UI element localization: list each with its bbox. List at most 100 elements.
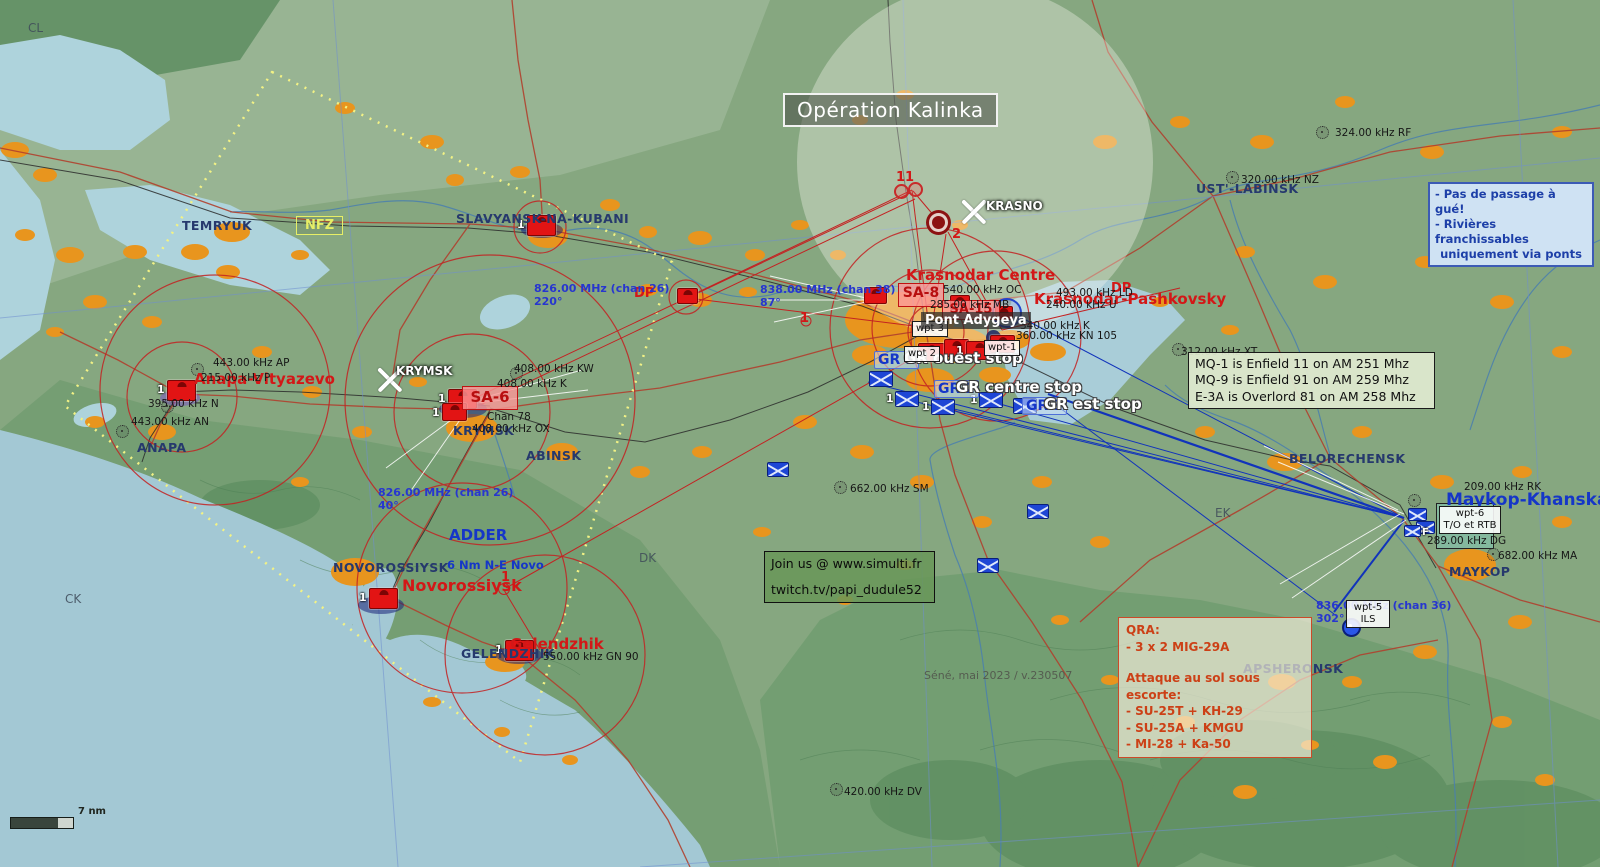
qra-line-1: QRA: xyxy=(1126,623,1160,637)
friendly-unit-maykop-1[interactable] xyxy=(1408,508,1427,521)
freq-label: 324.00 kHz RF xyxy=(1335,127,1412,139)
community-line-1: Join us @ www.simulti.fr xyxy=(771,556,922,571)
waypoint-label-krasno: KRASNO xyxy=(986,199,1043,213)
scale-bar xyxy=(10,817,74,829)
drone-line-1: MQ-1 is Enfield 11 on AM 251 Mhz xyxy=(1195,356,1409,371)
community-line-2: twitch.tv/papi_dudule52 xyxy=(771,582,922,597)
route-number-1b: 1 xyxy=(501,570,511,585)
qra-box[interactable]: QRA: - 3 x 2 MIG-29A Attaque au sol sous… xyxy=(1118,617,1312,758)
qra-line-4: - SU-25T + KH-29 xyxy=(1126,704,1243,719)
waypoint-label-krymsk: KRYMSK xyxy=(396,364,453,378)
hostile-unit-route[interactable] xyxy=(677,288,698,304)
freq-label: 215.00 kHz P xyxy=(201,372,271,384)
ndb-icon xyxy=(116,425,129,438)
friendly-unit-gr-1b[interactable] xyxy=(895,391,919,407)
ndb-icon xyxy=(834,481,847,494)
city-label-maykop: MAYKOP xyxy=(1449,564,1511,579)
wpt-box-5[interactable]: wpt-5 ILS xyxy=(1346,600,1390,628)
freq-label: 289.00 kHz DG xyxy=(1427,535,1507,547)
waypoint-x-krasno[interactable] xyxy=(960,198,988,226)
wpt-note: T/O et RTB xyxy=(1443,520,1497,531)
ndb-icon xyxy=(830,783,843,796)
order-gr-est-stop: GR est stop xyxy=(1044,395,1142,413)
route-hub-node-1[interactable] xyxy=(894,184,909,199)
friendly-unit-gr-2[interactable] xyxy=(931,399,955,415)
friendly-unit-gr-1a[interactable] xyxy=(869,371,893,387)
wpt-box-6[interactable]: wpt-6 T/O et RTB xyxy=(1439,506,1501,534)
fording-line-3: uniquement via ponts xyxy=(1440,246,1582,261)
city-label-temryuk: TEMRYUK xyxy=(182,218,253,233)
fording-line-1: - Pas de passage à gué! xyxy=(1435,187,1556,216)
wpt-box-2[interactable]: wpt 2 xyxy=(904,346,940,362)
unit-count: 1 xyxy=(359,591,367,604)
note-6nm-novo: 6 Nm N-E Novo xyxy=(447,558,544,572)
mission-map[interactable]: 1 1 1 1 1 1 1 1 1 1 1 F CL CK DK EK TEMR… xyxy=(0,0,1600,867)
route-number-11: 11 xyxy=(896,170,915,185)
freq-label: 285.00 kHz MB xyxy=(930,299,1010,311)
freq-label: 420.00 kHz DV xyxy=(844,786,922,798)
nav-channel-26a: 826.00 MHz (chan 26) 220° xyxy=(534,282,669,308)
freq-label: 209.00 kHz RK xyxy=(1464,481,1542,493)
city-label-abinsk: ABINSK xyxy=(526,448,582,463)
freq-label: 408.00 kHz K xyxy=(497,378,567,390)
freq-label: 443.00 kHz AN xyxy=(131,416,209,428)
nav-freq: 826.00 MHz (chan 26) xyxy=(534,282,670,295)
drone-line-2: MQ-9 is Enfield 91 on AM 259 Mhz xyxy=(1195,372,1409,388)
hostile-unit-novorossiysk[interactable] xyxy=(369,588,398,609)
freq-label: 493.00 kHz LD xyxy=(1056,287,1133,299)
route-number-2: 2 xyxy=(952,227,962,242)
city-label-belorechensk: BELORECHENSK xyxy=(1289,451,1406,466)
nav-bearing: 87° xyxy=(760,296,781,310)
unit-count: 1 xyxy=(432,406,440,419)
friendly-unit-maykop-3[interactable] xyxy=(1404,525,1421,537)
city-label-novorossiysk: NOVOROSSIYSK xyxy=(333,560,449,575)
map-credit: Séné, mai 2023 / v.230507 xyxy=(924,669,1073,682)
nav-freq: 826.00 MHz (chan 26) xyxy=(378,486,514,499)
nav-channel-38: 838.00 MHz (chan 38) 87° xyxy=(760,283,895,309)
poi-krasnodar-centre: Krasnodar Centre xyxy=(906,266,1056,284)
drone-freq-box[interactable]: MQ-1 is Enfield 11 on AM 251 Mhz MQ-9 is… xyxy=(1188,352,1435,409)
city-label-anapa: ANAPA xyxy=(137,440,187,455)
nav-bearing: 40° xyxy=(378,499,399,513)
ndb-icon xyxy=(1408,494,1421,507)
unit-count: 1 xyxy=(438,392,446,405)
qra-line-5: - SU-25A + KMGU xyxy=(1126,720,1244,735)
target-bullseye[interactable] xyxy=(932,216,945,229)
qra-line-3: Attaque au sol sous escorte: xyxy=(1126,671,1260,702)
ndb-icon xyxy=(1316,126,1329,139)
nfz-label[interactable]: NFZ xyxy=(296,216,344,235)
drone-line-3: E-3A is Overlord 81 on AM 258 Mhz xyxy=(1195,388,1416,404)
friendly-unit-west[interactable] xyxy=(767,462,789,477)
nav-bearing: 220° xyxy=(534,295,563,309)
poi-adder: ADDER xyxy=(449,526,508,544)
nav-freq: 838.00 MHz (chan 38) xyxy=(760,283,896,296)
friendly-unit-south[interactable] xyxy=(977,558,999,573)
freq-label: 408.00 kHz OX xyxy=(472,423,550,435)
freq-label: 320.00 kHz NZ xyxy=(1241,174,1319,186)
order-gr-centre-stop: GR centre stop xyxy=(956,378,1082,396)
qra-line-6: - MI-28 + Ka-50 xyxy=(1126,737,1231,752)
scale-label: 7 nm xyxy=(78,806,106,817)
sheet-label: DK xyxy=(639,551,657,565)
freq-label: 443.00 kHz AP xyxy=(213,357,290,369)
qra-line-2: - 3 x 2 MIG-29A xyxy=(1126,639,1230,654)
community-box[interactable]: Join us @ www.simulti.fr twitch.tv/papi_… xyxy=(764,551,935,603)
fording-line-2: - Rivières franchissables xyxy=(1435,216,1529,246)
wpt-box-1[interactable]: wpt-1 xyxy=(984,340,1021,356)
freq-label: 682.00 kHz MA xyxy=(1498,550,1578,562)
nav-channel-26b: 826.00 MHz (chan 26) 40° xyxy=(378,486,513,512)
unit-count: 1 xyxy=(922,400,930,413)
freq-label: Chan 78 xyxy=(487,411,531,423)
wpt-name: wpt-5 xyxy=(1353,602,1383,613)
fording-note-box[interactable]: - Pas de passage à gué! - Rivières franc… xyxy=(1428,182,1594,267)
sheet-label: CL xyxy=(28,21,44,35)
bridge-annotation[interactable]: Pont Adygeya xyxy=(921,312,1031,329)
route-number-1a: 1 xyxy=(800,311,810,326)
sheet-label: CK xyxy=(65,592,82,606)
friendly-unit-center[interactable] xyxy=(1027,504,1049,519)
wpt-name: wpt-6 xyxy=(1455,508,1485,519)
unit-count: 1 xyxy=(157,383,165,396)
unit-count: 1 xyxy=(886,392,894,405)
operation-title[interactable]: Opération Kalinka xyxy=(783,93,998,127)
freq-label: 240.00 kHz U xyxy=(1046,299,1117,311)
